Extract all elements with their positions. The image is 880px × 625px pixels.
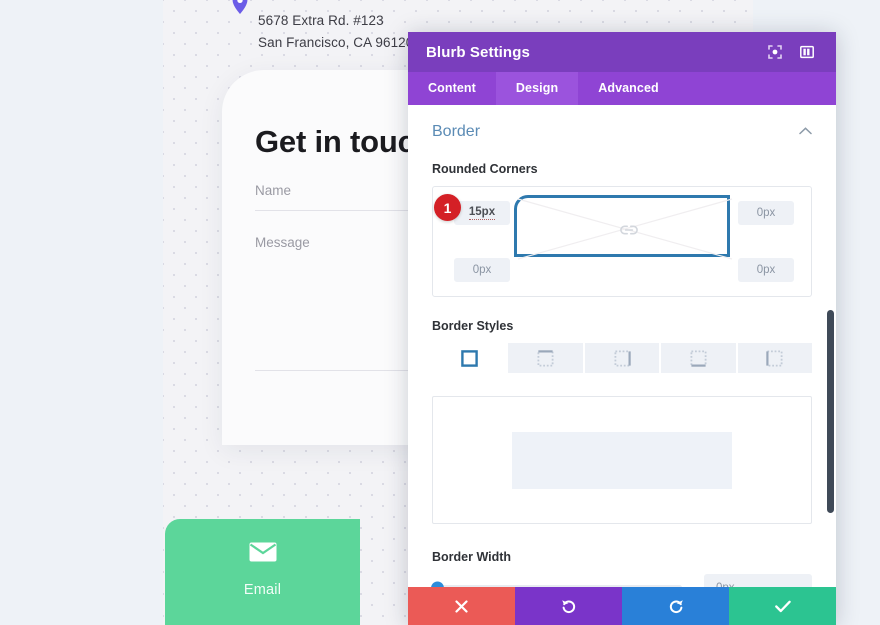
tab-content[interactable]: Content <box>408 72 496 105</box>
corner-bottom-right-input[interactable]: 0px <box>738 258 794 282</box>
page-title: Get in touch <box>255 124 434 159</box>
fullscreen-icon[interactable] <box>764 41 786 63</box>
cancel-button[interactable] <box>408 587 515 625</box>
corner-bottom-left-input[interactable]: 0px <box>454 258 510 282</box>
blurb-settings-modal: Blurb Settings Content Design Advanced B… <box>408 32 836 625</box>
address-line-1: 5678 Extra Rd. #123 <box>258 13 384 28</box>
redo-icon <box>669 600 683 614</box>
map-pin-icon <box>232 0 248 15</box>
address-line-2: San Francisco, CA 96120 <box>258 35 414 50</box>
modal-body: Border Rounded Corners 1 15px 0px 0px 0p… <box>408 105 836 587</box>
x-icon <box>455 599 468 613</box>
modal-footer <box>408 587 836 625</box>
tab-design[interactable]: Design <box>495 72 579 105</box>
border-top-icon[interactable] <box>508 343 585 373</box>
modal-scrollbar-thumb[interactable] <box>827 310 834 513</box>
redo-button[interactable] <box>622 587 729 625</box>
undo-icon <box>561 600 575 614</box>
tab-advanced[interactable]: Advanced <box>578 72 679 105</box>
border-section-header[interactable]: Border <box>432 123 812 141</box>
step-badge-1: 1 <box>434 194 461 221</box>
check-icon <box>774 600 791 612</box>
modal-tabs: Content Design Advanced <box>408 72 836 105</box>
rounded-corners-control: 1 15px 0px 0px 0px <box>432 186 812 297</box>
border-styles-group <box>432 343 813 373</box>
border-width-slider[interactable] <box>431 581 682 587</box>
corner-top-left-input[interactable]: 15px <box>454 201 510 225</box>
corner-preview-shape <box>514 195 733 260</box>
modal-header: Blurb Settings <box>408 32 836 72</box>
border-bottom-icon[interactable] <box>661 343 738 373</box>
address-block: 5678 Extra Rd. #123 San Francisco, CA 96… <box>258 10 413 54</box>
border-preview-swatch <box>512 431 732 489</box>
save-button[interactable] <box>729 587 836 625</box>
chevron-up-icon[interactable] <box>799 126 812 138</box>
corner-top-right-input[interactable]: 0px <box>738 201 794 225</box>
border-width-slider-handle[interactable] <box>431 581 444 587</box>
border-width-label: Border Width <box>432 550 512 564</box>
screen: 5678 Extra Rd. #123 San Francisco, CA 96… <box>0 0 880 625</box>
email-blurb-label: Email <box>243 582 282 598</box>
border-preview-box <box>432 396 812 524</box>
border-width-input[interactable]: 0px <box>704 574 812 587</box>
border-styles-label: Border Styles <box>432 319 514 333</box>
undo-button[interactable] <box>515 587 622 625</box>
border-right-icon[interactable] <box>584 343 662 373</box>
envelope-icon <box>165 542 360 567</box>
modal-title: Blurb Settings <box>426 43 530 61</box>
section-title: Border <box>432 123 481 140</box>
layout-columns-icon[interactable] <box>796 41 818 63</box>
border-all-icon[interactable] <box>432 343 509 373</box>
rounded-corners-label: Rounded Corners <box>432 162 538 176</box>
border-left-icon[interactable] <box>737 343 813 373</box>
email-blurb-card[interactable]: Email <box>165 519 360 625</box>
page-left-gutter <box>0 0 165 625</box>
border-width-control: 0px <box>431 574 812 587</box>
corner-top-left-value: 15px <box>468 206 496 220</box>
